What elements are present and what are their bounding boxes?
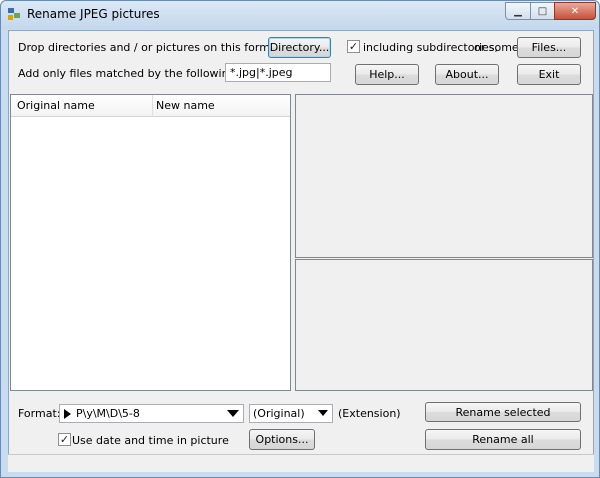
file-list[interactable]: Original name New name	[10, 94, 291, 391]
column-new-name[interactable]: New name	[156, 99, 215, 112]
close-button[interactable]: ✕	[554, 2, 596, 20]
format-value: P\y\M\D\5-8	[76, 407, 140, 420]
preview-new-panel	[295, 259, 593, 391]
app-icon	[8, 8, 20, 20]
use-datetime-checkbox[interactable]: ✓	[58, 433, 71, 446]
about-button[interactable]: About...	[435, 64, 499, 85]
directory-button[interactable]: Directory...	[268, 37, 331, 58]
preview-original-panel	[295, 94, 593, 258]
chevron-down-icon[interactable]	[318, 410, 328, 416]
extension-label: (Extension)	[338, 407, 401, 420]
mask-input[interactable]: *.jpg|*.jpeg	[225, 63, 331, 82]
window-title: Rename JPEG pictures	[27, 7, 160, 21]
file-list-header: Original name New name	[11, 95, 290, 117]
title-bar[interactable]: Rename JPEG pictures ▁ □ ✕	[1, 1, 599, 29]
exit-button[interactable]: Exit	[517, 64, 581, 85]
rename-selected-button[interactable]: Rename selected	[425, 402, 581, 422]
main-form: Drop directories and / or pictures on th…	[8, 30, 594, 472]
extension-case-combo[interactable]: (Original)	[249, 404, 333, 423]
triangle-right-icon	[64, 409, 71, 419]
column-divider[interactable]	[152, 95, 153, 117]
files-button[interactable]: Files...	[517, 37, 581, 58]
subdirectories-checkbox[interactable]: ✓	[347, 40, 360, 53]
format-label: Format:	[18, 407, 61, 420]
use-datetime-label[interactable]: Use date and time in picture	[72, 434, 229, 447]
minimize-button[interactable]: ▁	[505, 2, 531, 20]
rename-all-button[interactable]: Rename all	[425, 429, 581, 450]
status-bar	[8, 454, 594, 472]
help-button[interactable]: Help...	[355, 64, 419, 85]
column-original-name[interactable]: Original name	[17, 99, 95, 112]
chevron-down-icon[interactable]	[227, 410, 239, 417]
or-some-label: or some	[474, 41, 519, 54]
app-window: Rename JPEG pictures ▁ □ ✕ Drop director…	[0, 0, 600, 478]
maximize-button[interactable]: □	[530, 2, 555, 20]
extension-case-value: (Original)	[253, 407, 305, 420]
options-button[interactable]: Options...	[249, 429, 315, 450]
format-combo[interactable]: P\y\M\D\5-8	[59, 404, 244, 423]
